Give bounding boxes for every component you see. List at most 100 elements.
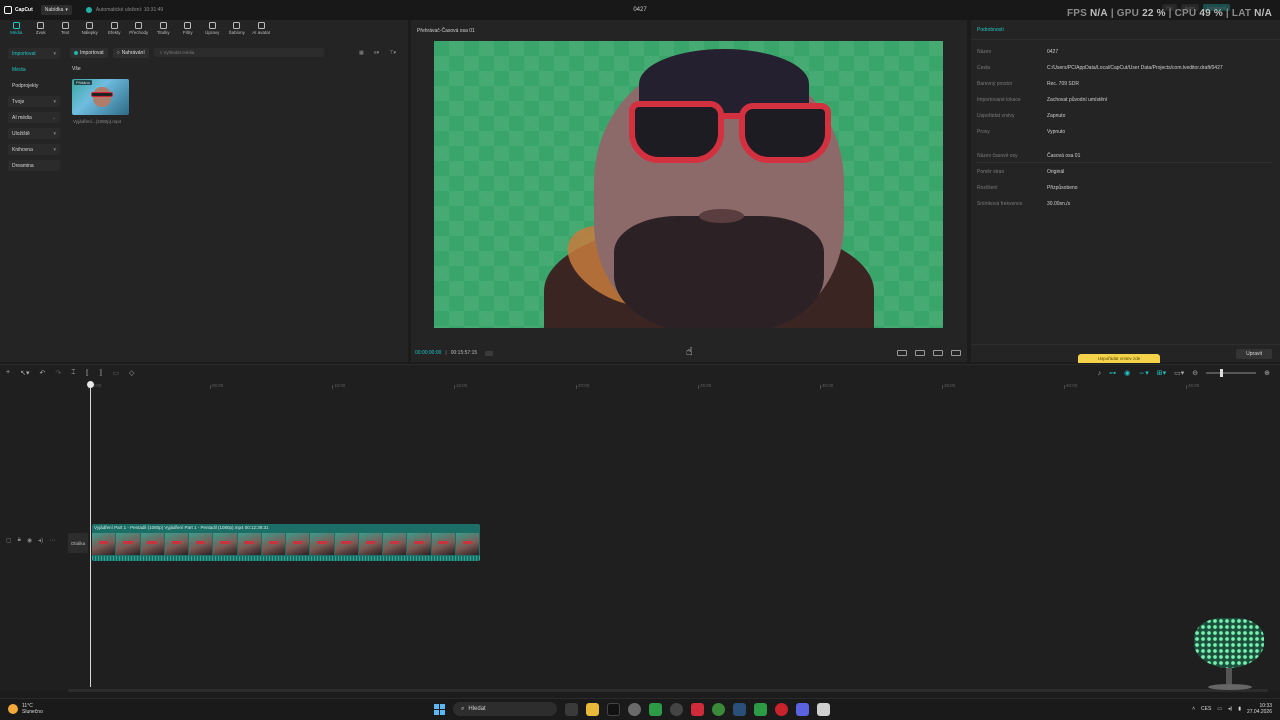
- discord-icon[interactable]: [796, 702, 809, 716]
- add-track-icon[interactable]: +: [6, 369, 10, 377]
- task-view-icon[interactable]: [565, 702, 578, 716]
- quality-icon[interactable]: [897, 350, 907, 356]
- playhead[interactable]: [87, 381, 94, 687]
- track-select-icon[interactable]: ▢: [6, 537, 12, 544]
- caption-icon[interactable]: ▭▾: [1174, 369, 1184, 377]
- more-icon[interactable]: ⋯: [49, 537, 55, 544]
- magnet-icon[interactable]: ⊶: [1109, 369, 1116, 377]
- microphone-icon[interactable]: ♪: [1098, 370, 1102, 377]
- clock[interactable]: 10:33 27.04.2026: [1247, 703, 1272, 715]
- chrome-icon[interactable]: [712, 702, 725, 716]
- playhead-handle[interactable]: [87, 381, 94, 388]
- xbox-icon[interactable]: [649, 702, 662, 716]
- language-indicator[interactable]: CES: [1201, 706, 1211, 712]
- crop-icon[interactable]: [915, 350, 925, 356]
- tool-adjustments[interactable]: Úpravy: [200, 22, 225, 40]
- lat-label: LAT: [1231, 8, 1252, 19]
- cover-button[interactable]: Obálka: [68, 533, 88, 553]
- video-preview[interactable]: [434, 41, 943, 328]
- capcut-taskbar-icon[interactable]: [817, 702, 830, 716]
- tool-templates[interactable]: Šablony: [225, 22, 250, 40]
- zoom-slider[interactable]: [1206, 369, 1257, 377]
- delete-icon[interactable]: ▭: [112, 369, 119, 377]
- network-icon[interactable]: ▭: [1217, 706, 1222, 712]
- menu-button[interactable]: Nabídka ▾: [40, 5, 72, 15]
- sidebar-item-dreamina[interactable]: Dreamina: [8, 160, 60, 171]
- tool-filters[interactable]: Filtry: [176, 22, 201, 40]
- fullscreen-icon[interactable]: [951, 350, 961, 356]
- media-thumbnail[interactable]: Přidáno: [72, 79, 129, 115]
- taskbar: 11°C Slunečno ⌕ Hledat ˄ CES ▭ ◂) ▮ 10:3…: [0, 698, 1280, 720]
- media-search-input[interactable]: ⌕ Vyhledat média: [153, 48, 324, 57]
- opera-gx-icon[interactable]: [691, 702, 704, 716]
- timeline-scrollbar[interactable]: [68, 689, 1268, 692]
- modify-button[interactable]: Upravit: [1236, 349, 1272, 359]
- redo-icon[interactable]: ↷: [55, 369, 61, 377]
- app-icon[interactable]: [670, 702, 683, 716]
- sidebar-item-subprojects[interactable]: Podprojekty: [8, 80, 60, 91]
- marker-icon[interactable]: ◇: [129, 369, 134, 377]
- video-clip[interactable]: Vyjádření Part 1 - Pentadil (1080p) Vyjá…: [92, 524, 480, 561]
- tool-transitions[interactable]: Přechody: [127, 22, 152, 40]
- split-icon[interactable]: ⌶: [71, 369, 75, 377]
- eye-icon[interactable]: ◉: [27, 537, 32, 544]
- steam-icon[interactable]: [733, 702, 746, 716]
- tool-effects[interactable]: Efekty: [102, 22, 127, 40]
- chatgpt-icon[interactable]: [628, 702, 641, 716]
- tool-media[interactable]: Média: [4, 22, 29, 40]
- record-button[interactable]: ○ Nahrávání: [112, 47, 149, 58]
- sidebar-item-ai-media[interactable]: AI média →: [8, 112, 60, 123]
- tool-audio[interactable]: Zvuk: [29, 22, 54, 40]
- chevron-up-icon[interactable]: ˄: [1192, 706, 1195, 712]
- sticker-icon: [86, 22, 94, 29]
- volume-icon[interactable]: ◂): [1228, 706, 1232, 712]
- audio-icon[interactable]: ◂): [38, 537, 43, 544]
- prop-row: Poměr stran Originál: [977, 169, 1065, 175]
- ruler-tick: 20:00: [575, 383, 590, 389]
- title-bar: CapCut Nabídka ▾ Automatické uložení: 10…: [0, 0, 1280, 20]
- split-left-icon[interactable]: ⟦: [85, 369, 88, 377]
- zoom-out-icon[interactable]: ⊖: [1192, 369, 1198, 377]
- current-time: 00:00:00:00: [415, 350, 442, 356]
- tool-captions[interactable]: Titulky: [151, 22, 176, 40]
- media-toolbar: Importovat ○ Nahrávání ⌕ Vyhledat média ▦…: [70, 47, 396, 58]
- aspect-ratio-icon[interactable]: [933, 350, 943, 356]
- sidebar-item-yours[interactable]: Tvoje ▾: [8, 96, 60, 107]
- sort-icon[interactable]: ≡▾: [374, 50, 379, 56]
- prop-row: Uspořádat vrstvy Zapnuto: [977, 113, 1066, 119]
- ruler-tick: 15:00: [453, 383, 468, 389]
- tiktok-icon[interactable]: [607, 702, 620, 716]
- media-sidebar: Importovat ▾ Média Podprojekty Tvoje ▾ AI …: [8, 48, 60, 176]
- xbox-app-icon[interactable]: [754, 702, 767, 716]
- lock-icon[interactable]: 🔒︎: [18, 537, 21, 544]
- filter-icon[interactable]: ⊤▾: [389, 50, 396, 56]
- select-tool-icon[interactable]: ↖▾: [20, 369, 29, 377]
- grid-view-icon[interactable]: ▦: [359, 50, 364, 56]
- taskbar-search[interactable]: ⌕ Hledat: [453, 702, 557, 716]
- timeline-ruler[interactable]: 00:00 05:00 10:00 15:00 20:00 25:00 30:0…: [87, 383, 1280, 393]
- tool-stickers[interactable]: Nálepky: [78, 22, 103, 40]
- file-explorer-icon[interactable]: [586, 702, 599, 716]
- tool-ai-avatar[interactable]: AI avatar: [249, 22, 274, 40]
- sidebar-item-import[interactable]: Importovat ▾: [8, 48, 60, 59]
- zoom-fit-icon[interactable]: ⊕: [1264, 369, 1270, 377]
- prop-row: Rozlišení Přizpůsobeno: [977, 185, 1078, 191]
- sidebar-item-library[interactable]: Knihovna ▾: [8, 144, 60, 155]
- tool-text[interactable]: Text: [53, 22, 78, 40]
- arrange-layers-button[interactable]: Uspořádat vrstev zde: [1078, 354, 1160, 363]
- windows-start-icon[interactable]: [434, 703, 445, 715]
- import-button[interactable]: Importovat: [70, 47, 108, 58]
- weather-widget[interactable]: 11°C Slunečno: [8, 703, 43, 715]
- player-title: Přehrávač-Časová osa 01: [417, 28, 475, 34]
- filter-all[interactable]: Vše: [72, 66, 81, 72]
- preview-axis-icon[interactable]: ⇔▾: [1138, 369, 1149, 377]
- opera-icon[interactable]: [775, 702, 788, 716]
- split-right-icon[interactable]: ⟧: [99, 369, 102, 377]
- sidebar-item-storage[interactable]: Uložiště ▾: [8, 128, 60, 139]
- battery-icon[interactable]: ▮: [1238, 706, 1241, 712]
- snap-icon[interactable]: ⊞▾: [1157, 369, 1166, 377]
- undo-icon[interactable]: ↶: [39, 369, 45, 377]
- sidebar-item-media[interactable]: Média: [8, 64, 60, 75]
- timecode-toggle[interactable]: [485, 350, 494, 356]
- link-icon[interactable]: ◉: [1124, 369, 1130, 377]
